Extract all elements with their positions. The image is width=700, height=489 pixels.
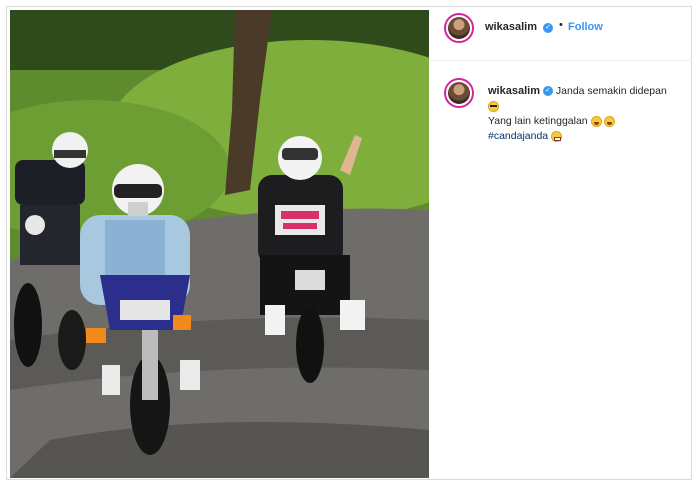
grinning-squint-emoji-icon	[551, 130, 563, 142]
sunglasses-emoji-icon	[488, 100, 499, 112]
follow-button[interactable]: Follow	[568, 21, 603, 33]
post-photo[interactable]	[10, 10, 429, 478]
verified-badge-icon: ✓	[542, 86, 553, 97]
separator-dot: •	[559, 19, 563, 31]
caption-username[interactable]: wikasalim	[488, 85, 540, 97]
author-avatar[interactable]	[444, 13, 474, 43]
author-username[interactable]: wikasalim	[485, 21, 537, 33]
caption-text: wikasalim ✓ Janda semakin didepan Yang la…	[488, 84, 688, 144]
caption-author-avatar[interactable]	[444, 78, 474, 108]
motorcycle-riders-image	[10, 10, 429, 478]
rolling-laughing-emoji-icon	[604, 115, 616, 127]
rolling-laughing-emoji-icon	[590, 115, 602, 127]
hashtag-link[interactable]: #candajanda	[488, 130, 548, 142]
post-side-panel: wikasalim ✓ • Follow wikasalim ✓ Janda se…	[430, 10, 692, 478]
verified-badge-icon: ✓	[543, 23, 553, 33]
post-header: wikasalim ✓ • Follow	[430, 10, 692, 61]
caption-line-1: Janda semakin didepan	[555, 85, 667, 97]
caption-line-2: Yang lain ketinggalan	[488, 115, 588, 127]
